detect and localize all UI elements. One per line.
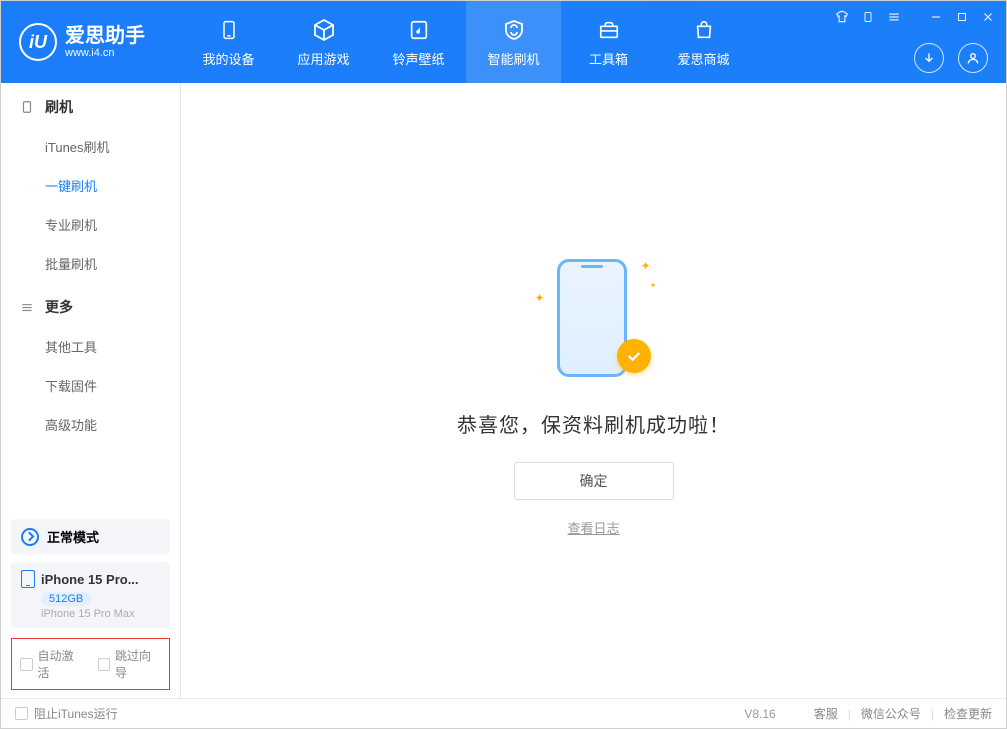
music-note-icon xyxy=(406,17,432,43)
nav-my-device[interactable]: 我的设备 xyxy=(181,1,276,83)
confirm-button[interactable]: 确定 xyxy=(514,462,674,500)
checkbox-icon xyxy=(15,707,28,720)
nav-store[interactable]: 爱思商城 xyxy=(656,1,751,83)
nav-toolbox[interactable]: 工具箱 xyxy=(561,1,656,83)
logo-icon: iU xyxy=(19,23,57,61)
app-title: 爱思助手 xyxy=(65,25,145,47)
app-header: iU 爱思助手 www.i4.cn 我的设备 应用游戏 铃声壁纸 智能刷机 工具… xyxy=(1,1,1006,83)
device-phone-icon xyxy=(21,570,35,588)
menu-icon[interactable] xyxy=(886,9,902,25)
version-label: V8.16 xyxy=(744,707,775,721)
user-button[interactable] xyxy=(958,43,988,73)
device-small-icon xyxy=(19,99,35,115)
sidebar-item-other-tools[interactable]: 其他工具 xyxy=(1,327,180,366)
sidebar-section-more: 更多 xyxy=(1,283,180,327)
maximize-icon[interactable] xyxy=(954,9,970,25)
sidebar: 刷机 iTunes刷机 一键刷机 专业刷机 批量刷机 更多 其他工具 下载固件 … xyxy=(1,83,181,700)
close-icon[interactable] xyxy=(980,9,996,25)
phone-illustration-icon xyxy=(557,259,627,377)
logo-area: iU 爱思助手 www.i4.cn xyxy=(1,1,181,83)
device-card[interactable]: iPhone 15 Pro... 512GB iPhone 15 Pro Max xyxy=(11,562,170,628)
checkbox-auto-activate[interactable]: 自动激活 xyxy=(20,647,84,681)
checkbox-icon xyxy=(98,658,111,671)
main-nav: 我的设备 应用游戏 铃声壁纸 智能刷机 工具箱 爱思商城 xyxy=(181,1,751,83)
nav-smart-flash[interactable]: 智能刷机 xyxy=(466,1,561,83)
mobile-icon[interactable] xyxy=(860,9,876,25)
sidebar-item-itunes-flash[interactable]: iTunes刷机 xyxy=(1,127,180,166)
mode-badge[interactable]: 正常模式 xyxy=(11,519,170,554)
sidebar-item-oneclick-flash[interactable]: 一键刷机 xyxy=(1,166,180,205)
sidebar-item-pro-flash[interactable]: 专业刷机 xyxy=(1,205,180,244)
sidebar-item-advanced[interactable]: 高级功能 xyxy=(1,405,180,444)
sidebar-section-flash: 刷机 xyxy=(1,83,180,127)
nav-apps-games[interactable]: 应用游戏 xyxy=(276,1,371,83)
view-log-link[interactable]: 查看日志 xyxy=(567,518,619,537)
more-icon xyxy=(19,299,35,315)
download-button[interactable] xyxy=(914,43,944,73)
checkbox-block-itunes[interactable]: 阻止iTunes运行 xyxy=(15,705,118,722)
sparkle-icon: ✦ xyxy=(650,281,657,290)
device-model: iPhone 15 Pro Max xyxy=(21,608,160,620)
options-highlight-box: 自动激活 跳过向导 xyxy=(11,638,170,690)
checkbox-icon xyxy=(20,658,33,671)
footer: 阻止iTunes运行 V8.16 客服 | 微信公众号 | 检查更新 xyxy=(1,698,1006,728)
sidebar-item-download-firmware[interactable]: 下载固件 xyxy=(1,366,180,405)
app-url: www.i4.cn xyxy=(65,47,145,59)
sparkle-icon: ✦ xyxy=(640,259,650,273)
device-name: iPhone 15 Pro... xyxy=(41,572,139,587)
check-badge-icon xyxy=(617,339,651,373)
sparkle-icon: ✦ xyxy=(535,291,545,305)
success-message: 恭喜您，保资料刷机成功啦！ xyxy=(457,409,730,438)
device-storage: 512GB xyxy=(41,592,91,606)
cube-icon xyxy=(311,17,337,43)
checkbox-skip-wizard[interactable]: 跳过向导 xyxy=(98,647,162,681)
skin-icon[interactable] xyxy=(834,9,850,25)
phone-icon xyxy=(216,17,242,43)
main-content: ✦ ✦ ✦ 恭喜您，保资料刷机成功啦！ 确定 查看日志 xyxy=(181,83,1006,700)
sidebar-item-batch-flash[interactable]: 批量刷机 xyxy=(1,244,180,283)
support-link[interactable]: 客服 xyxy=(814,705,838,722)
refresh-shield-icon xyxy=(501,17,527,43)
check-update-link[interactable]: 检查更新 xyxy=(944,705,992,722)
wechat-link[interactable]: 微信公众号 xyxy=(861,705,921,722)
minimize-icon[interactable] xyxy=(928,9,944,25)
success-illustration: ✦ ✦ ✦ xyxy=(529,253,659,383)
bag-icon xyxy=(691,17,717,43)
mode-normal-icon xyxy=(21,528,39,546)
window-controls xyxy=(834,9,996,25)
toolbox-icon xyxy=(596,17,622,43)
nav-ringtones[interactable]: 铃声壁纸 xyxy=(371,1,466,83)
